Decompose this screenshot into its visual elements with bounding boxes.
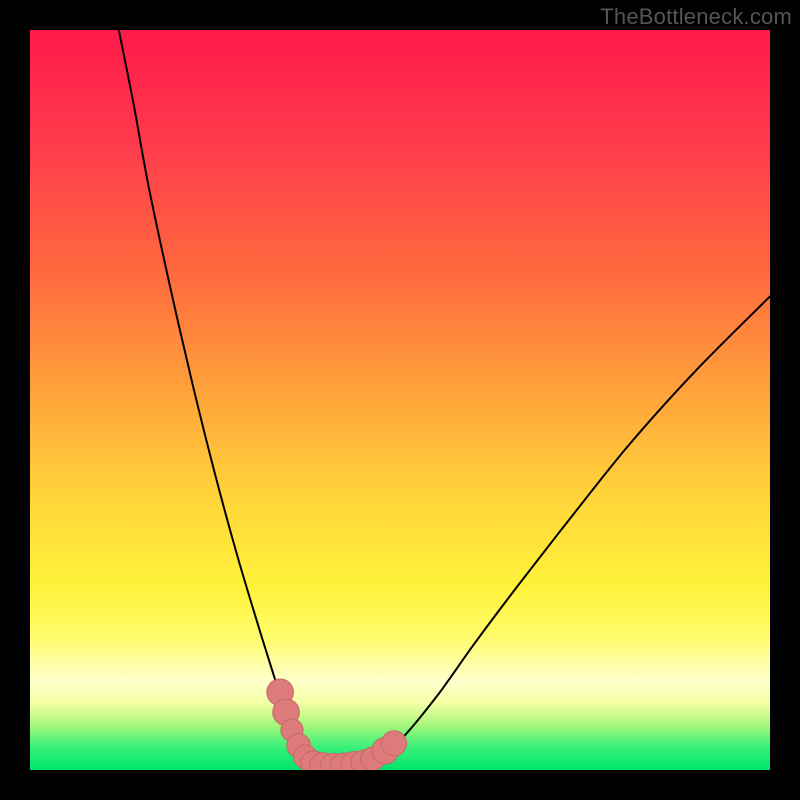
curve-layer bbox=[30, 30, 770, 770]
chart-stage: TheBottleneck.com bbox=[0, 0, 800, 800]
bottleneck-curve bbox=[119, 30, 770, 768]
watermark-text: TheBottleneck.com bbox=[600, 4, 792, 30]
plot-area bbox=[30, 30, 770, 770]
bead-group bbox=[267, 679, 407, 770]
bead-marker bbox=[382, 731, 407, 756]
